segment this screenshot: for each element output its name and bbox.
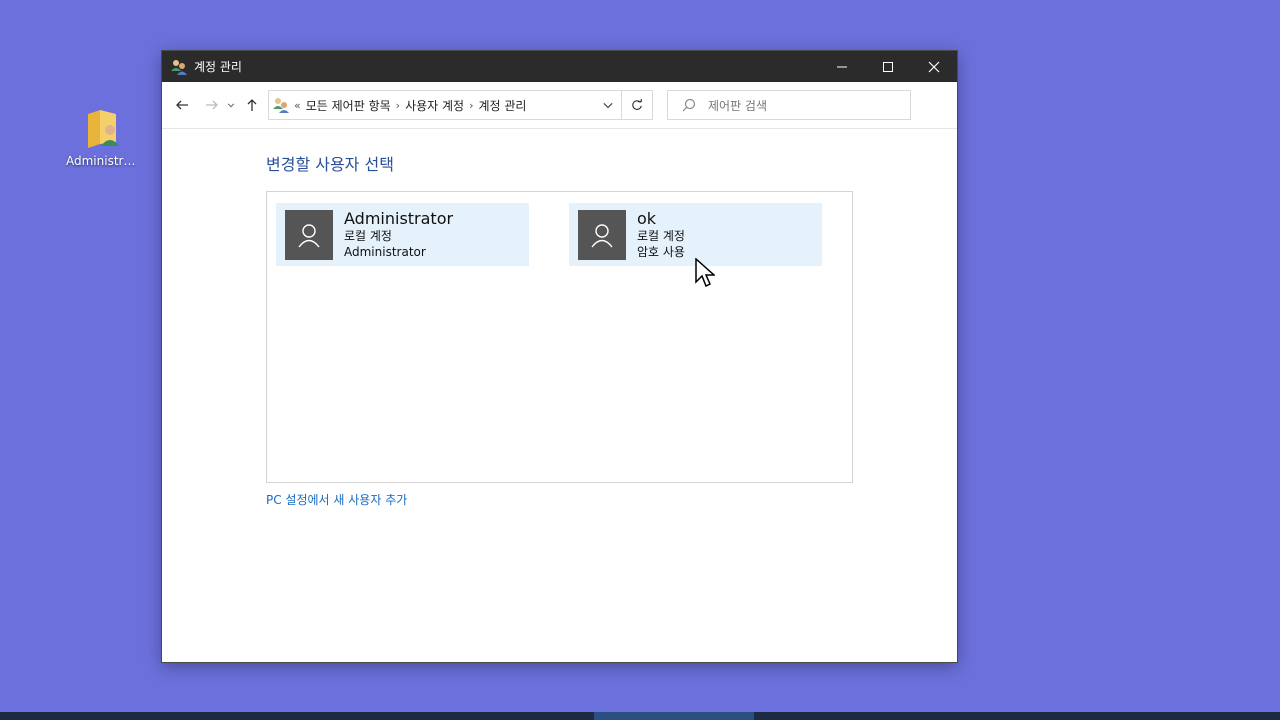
account-tile-ok[interactable]: ok 로컬 계정 암호 사용 (569, 203, 822, 266)
arrow-left-icon (176, 100, 188, 110)
chevron-down-icon (227, 103, 235, 108)
minimize-icon (837, 66, 847, 67)
users-location-icon (273, 98, 289, 113)
chevron-down-icon (603, 102, 613, 109)
address-dropdown-button[interactable] (595, 91, 621, 119)
navigation-bar: « 모든 제어판 항목 › 사용자 계정 › 계정 관리 제어판 검색 (162, 82, 957, 129)
account-tile-administrator[interactable]: Administrator 로컬 계정 Administrator (276, 203, 529, 266)
account-type: 로컬 계정 (637, 228, 685, 243)
refresh-button[interactable] (621, 91, 652, 119)
breadcrumb-manage-accounts[interactable]: 계정 관리 (473, 97, 531, 114)
breadcrumb-all-control-panel-items[interactable]: 모든 제어판 항목 (301, 97, 396, 114)
account-management-window: 계정 관리 « 모든 제어판 항목 › 사용자 계정 › 계정 관리 제어판 검… (162, 51, 957, 662)
maximize-icon (883, 61, 893, 72)
taskbar[interactable] (0, 712, 1280, 720)
user-folder-icon (84, 106, 124, 150)
breadcrumb-overflow[interactable]: « (294, 99, 301, 112)
avatar (578, 209, 626, 260)
breadcrumb-user-accounts[interactable]: 사용자 계정 (400, 97, 469, 114)
account-detail: 암호 사용 (637, 244, 685, 259)
desktop-icon-label: Administra... (66, 154, 142, 168)
search-box[interactable]: 제어판 검색 (667, 90, 911, 120)
users-app-icon (171, 59, 187, 75)
avatar (285, 209, 333, 260)
user-icon (591, 223, 613, 247)
main-content: 변경할 사용자 선택 Administrator 로컬 계정 Administr… (162, 129, 957, 508)
account-name: Administrator (344, 208, 454, 228)
refresh-icon (632, 99, 642, 110)
account-type: 로컬 계정 (344, 228, 392, 243)
close-button[interactable] (911, 51, 957, 82)
title-bar[interactable]: 계정 관리 (162, 51, 957, 82)
search-icon (682, 98, 696, 112)
taskbar-active-item[interactable] (594, 712, 754, 720)
add-user-link[interactable]: PC 설정에서 새 사용자 추가 (266, 491, 957, 508)
page-title: 변경할 사용자 선택 (266, 155, 394, 174)
back-button[interactable] (170, 93, 194, 117)
up-button[interactable] (240, 93, 264, 117)
address-bar[interactable]: « 모든 제어판 항목 › 사용자 계정 › 계정 관리 (268, 90, 653, 120)
maximize-button[interactable] (865, 51, 911, 82)
mouse-cursor-icon (695, 258, 715, 288)
minimize-button[interactable] (819, 51, 865, 82)
arrow-right-icon (206, 100, 218, 110)
account-list-panel: Administrator 로컬 계정 Administrator ok 로컬 … (266, 191, 853, 483)
desktop-icon-administrator[interactable]: Administra... (66, 106, 142, 168)
forward-button[interactable] (200, 93, 224, 117)
recent-locations-button[interactable] (224, 93, 238, 117)
close-icon (928, 61, 940, 72)
search-placeholder: 제어판 검색 (708, 98, 768, 113)
account-name: ok (637, 208, 657, 228)
user-icon (298, 223, 320, 247)
account-detail: Administrator (344, 244, 426, 259)
window-title: 계정 관리 (194, 60, 242, 74)
arrow-up-icon (247, 99, 257, 111)
